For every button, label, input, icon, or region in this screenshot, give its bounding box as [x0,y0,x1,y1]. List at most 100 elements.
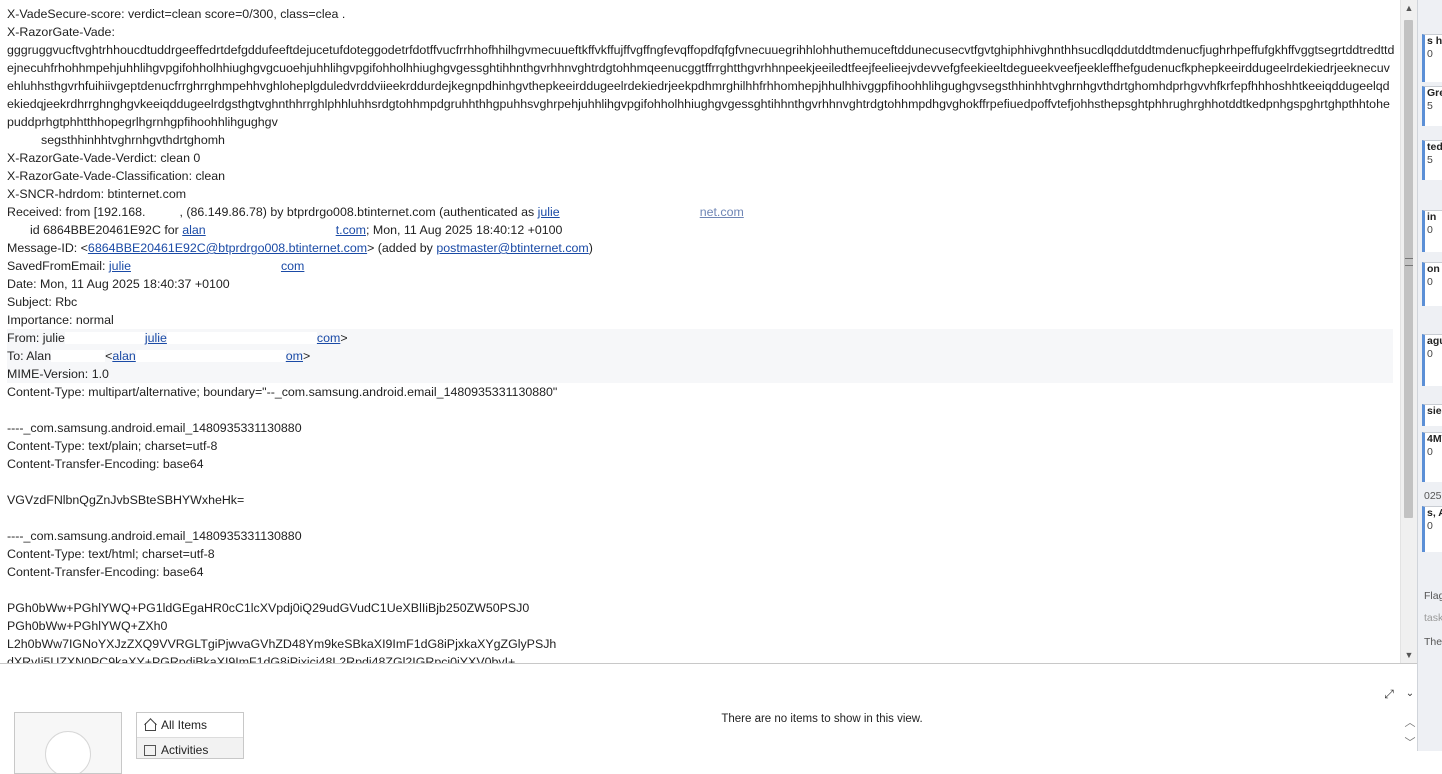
panel-card[interactable]: Gree 5 [1422,86,1442,126]
panel-card[interactable]: 4MT 0 [1422,432,1442,482]
activities-icon [143,744,157,756]
mime-boundary: ----_com.samsung.android.email_148093533… [7,529,302,543]
message-source-text: X-VadeSecure-score: verdict=clean score=… [7,5,1395,663]
home-icon [143,719,157,731]
received-line: Received: from [192.168. , (86.149.86.78)… [7,203,1395,221]
message-id-link[interactable]: 6864BBE20461E92C@btprdrgo008.btinternet.… [88,241,367,255]
nav-item-activities[interactable]: Activities [137,738,243,758]
redaction [559,206,700,218]
received-id: id 6864BBE20461E92C for [30,223,179,237]
header-line: Content-Type: multipart/alternative; bou… [7,385,558,399]
header-line: Date: Mon, 11 Aug 2025 18:40:37 +0100 [7,277,230,291]
received-id-line: id 6864BBE20461E92C for alan t.com; Mon, … [7,221,1395,239]
part-body-line: PGh0bWw+PGhlYWQ+ZXh0 [7,619,168,633]
to-line: To: Alan <alan om> [7,347,1393,365]
header-line: Importance: normal [7,313,114,327]
saved-from-line: SavedFromEmail: julie com [7,257,1395,275]
postmaster-link[interactable]: postmaster@btinternet.com [436,241,588,255]
received-user-link[interactable]: julie [538,205,560,219]
to-link-tail[interactable]: om [286,349,303,363]
from-close: > [340,331,348,345]
mime-boundary: ----_com.samsung.android.email_148093533… [7,421,302,435]
panel-card-sub: 0 [1427,48,1433,60]
message-id-added: > (added by [367,241,433,255]
received-prefix: Received: from [192.168. [7,205,146,219]
from-link-tail[interactable]: com [317,331,340,345]
message-id-close: ) [588,241,593,255]
redaction [166,332,317,344]
contact-photo [14,712,122,774]
panel-card-title: on I [1427,263,1442,275]
scroll-down-icon[interactable]: ﹀ [1403,734,1417,750]
chevron-down-icon[interactable]: ⌄ [1403,686,1417,702]
scrollbar-thumb[interactable] [1404,20,1413,518]
panel-card[interactable]: s, A 0 [1422,506,1442,552]
people-pane-scrollbar[interactable]: ︿ ﹀ [1402,712,1417,751]
part-content-type: Content-Type: text/plain; charset=utf-8 [7,439,218,453]
vertical-scrollbar[interactable]: ▲ ▼ [1400,0,1417,663]
part-transfer-encoding: Content-Transfer-Encoding: base64 [7,565,204,579]
header-line: X-RazorGate-Vade: [7,25,115,39]
panel-card-sub: 0 [1427,446,1433,458]
redaction [205,224,336,236]
header-line-continuation: segsthhinhhtvghrnhgvthdrtghomh [41,133,225,147]
part-body-line: L2h0bWw7IGNoYXJzZXQ9VVRGLTgiPjwvaGVhZD48… [7,637,557,651]
avatar-placeholder-icon [45,731,91,773]
panel-card-sub: 0 [1427,520,1433,532]
panel-flag-fragment[interactable]: Flag [1424,590,1442,602]
received-for-link-tail[interactable]: t.com [336,223,366,237]
panel-card-title: s, A [1427,507,1442,519]
received-middle: , (86.149.86.78) by btprdrgo008.btintern… [179,205,535,219]
scroll-down-icon[interactable]: ▼ [1401,647,1417,663]
received-for-link[interactable]: alan [182,223,205,237]
panel-card-title: in [1427,211,1437,223]
expand-icon[interactable]: ⤢ [1381,686,1397,702]
header-line: MIME-Version: 1.0 [7,365,1393,383]
message-id-line: Message-ID: <6864BBE20461E92C@btprdrgo00… [7,239,1395,257]
people-pane-nav: All Items Activities [136,712,244,759]
scroll-up-icon[interactable]: ︿ [1403,714,1417,730]
panel-card-sub: 0 [1427,348,1433,360]
part-body-line: PGh0bWw+PGhlYWQ+PG1ldGEgaHR0cC1lcXVpdj0i… [7,601,530,615]
panel-card[interactable]: ted 5 [1422,140,1442,180]
message-id-label: Message-ID: < [7,241,88,255]
saved-from-link-tail[interactable]: com [281,259,304,273]
message-source-pane: X-VadeSecure-score: verdict=clean score=… [0,0,1400,663]
nav-item-label: Activities [161,743,209,757]
right-panel-bottom [1417,663,1442,751]
header-line: X-SNCR-hdrdom: btinternet.com [7,187,187,201]
saved-from-label: SavedFromEmail: [7,259,106,273]
from-link[interactable]: julie [145,331,167,345]
scrollbar-grip-icon [1405,258,1413,266]
nav-item-label: All Items [161,718,208,732]
part-body-line: VGVzdFNlbnQgZnJvbSBteSBHYWxheHk= [7,493,245,507]
panel-the-fragment: The [1424,636,1442,648]
panel-card-title: sie p [1427,405,1442,417]
to-link[interactable]: alan [112,349,135,363]
panel-card-title: 4MT [1427,433,1442,445]
saved-from-link[interactable]: julie [109,259,131,273]
panel-card-title: ted [1427,141,1442,153]
pane-divider[interactable] [0,663,1442,664]
part-body-line: dXRvIj5UZXN0PC9kaXY+PGRpdiBkaXI9ImF1dG8i… [7,655,516,663]
panel-card[interactable]: s he 0 [1422,34,1442,82]
redaction [51,350,106,362]
panel-card-sub: 0 [1427,224,1433,236]
header-line: Subject: Rbc [7,295,78,309]
panel-card-sub: 5 [1427,154,1433,166]
panel-card[interactable]: sie p [1422,404,1442,426]
panel-card[interactable]: on I 0 [1422,262,1442,306]
panel-card-title: agu [1427,335,1442,347]
panel-card[interactable]: in 0 [1422,210,1442,252]
received-user-link-tail[interactable]: net.com [700,205,744,219]
panel-card-sub: 5 [1427,100,1433,112]
nav-item-all-items[interactable]: All Items [137,713,243,738]
header-line: X-VadeSecure-score: verdict=clean score=… [7,7,346,21]
from-line: From: julie julie com> [7,329,1393,347]
panel-task-fragment[interactable]: task [1424,612,1442,624]
part-content-type: Content-Type: text/html; charset=utf-8 [7,547,215,561]
empty-view-message: There are no items to show in this view. [721,713,923,725]
scroll-up-icon[interactable]: ▲ [1401,0,1417,16]
right-side-panel: s he 0 Gree 5 ted 5 in 0 on I 0 agu 0 si… [1417,0,1442,663]
panel-card[interactable]: agu 0 [1422,334,1442,386]
